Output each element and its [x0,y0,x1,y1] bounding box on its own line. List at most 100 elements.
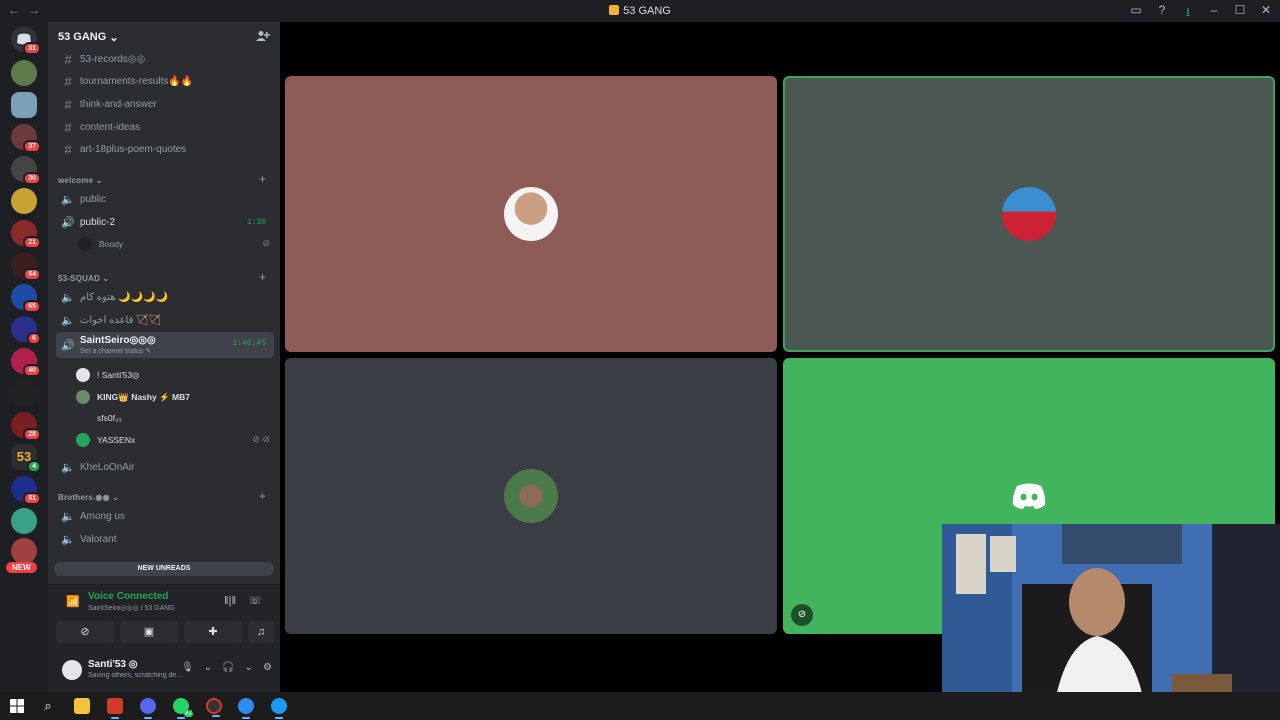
create-channel-icon[interactable]: + [259,270,266,284]
server-icon[interactable] [11,92,37,118]
speaker-icon: 🔈 [61,193,75,206]
server-icon[interactable] [11,508,37,534]
channel-name: art-18plus-poem-quotes [80,143,187,155]
microphone-icon[interactable]: 🎙 [181,662,194,673]
create-channel-icon[interactable]: + [259,172,266,186]
new-unreads-button[interactable]: NEW UNREADS [54,562,274,576]
activities-button[interactable]: ✚ [184,621,242,643]
category-welcome[interactable]: welcome ⌄ [58,176,103,185]
direct-messages-icon[interactable]: 31 [11,26,41,55]
obs-icon[interactable] [206,698,222,717]
voice-channel[interactable]: 🔊 public-2 1:30 [56,211,274,233]
avatar [76,433,90,447]
signal-icon[interactable]: 📶 [66,595,80,608]
noise-suppression-icon[interactable]: ‖|‖ [224,595,236,607]
server-icon[interactable]: 54 [11,252,41,281]
discord-icon[interactable] [140,698,156,719]
server-icon[interactable] [11,188,37,214]
server-icon[interactable]: 30 [11,156,41,185]
webcam-image [942,524,1280,720]
voice-location[interactable]: SaintSeiro◎◎◎ / 53 GANG [88,604,175,612]
server-icon[interactable]: 21 [11,220,41,249]
settings-gear-icon[interactable]: ⚙ [263,662,272,673]
active-voice-channel[interactable]: 🔊 SaintSeiro◎◎◎ Set a channel status ✎ 1… [56,332,274,358]
server-icon[interactable] [11,538,37,564]
chevron-down-icon[interactable]: ⌄ [204,662,212,673]
disconnect-icon[interactable]: ☏ [248,594,262,607]
server-icon[interactable]: 65 [11,284,41,313]
text-channel[interactable]: # think-and-answer [56,93,274,115]
avatar [76,411,90,425]
participant-avatar [1002,187,1056,241]
voice-channel[interactable]: 🔈 Valorant [56,528,274,550]
speaker-icon: 🔊 [61,216,75,229]
participant-tile[interactable] [285,76,777,352]
headphones-icon[interactable]: 🎧 [222,662,234,673]
server-icon[interactable]: 37 [11,124,41,153]
whatsapp-count: 47 [184,711,193,717]
category-label: Brothers.◉◉ [58,493,110,502]
search-icon[interactable]: ⌕ [40,698,56,714]
member-name: Boody [99,239,124,249]
server-icon[interactable]: 51 [11,476,41,505]
maximize-icon[interactable]: ☐ [1234,3,1246,24]
app-icon[interactable] [238,698,254,719]
text-channel[interactable]: # tournaments-results🔥🔥 [56,70,274,92]
camera-off-button[interactable]: ⊘ [56,621,114,643]
close-icon[interactable]: ✕ [1260,3,1272,24]
download-icon[interactable]: ⭳ [1182,3,1194,24]
app-icon[interactable] [271,698,287,719]
participant-tile[interactable] [285,358,777,634]
voice-channel[interactable]: 🔈 Among us [56,505,274,527]
category-53-squad[interactable]: 53-SQUAD ⌄ [58,274,109,283]
new-servers-badge[interactable]: NEW [6,562,37,573]
active-server-icon[interactable]: 53 4 [11,444,41,473]
text-channel[interactable]: #53-records◎◎ [56,48,274,70]
voice-channel[interactable]: 🔈 هتوه كام 🌙🌙🌙🌙 [56,286,274,308]
help-icon[interactable]: ? [1156,3,1168,24]
file-explorer-icon[interactable] [74,698,90,714]
member-name: YASSENx [97,435,136,445]
minimize-icon[interactable]: – [1208,3,1220,24]
text-channel[interactable]: # content-ideas [56,116,274,138]
chevron-down-icon[interactable]: ⌄ [245,662,253,673]
channel-status[interactable]: Set a channel status ✎ [80,347,151,355]
voice-status[interactable]: Voice Connected [88,591,168,602]
participant-avatar [504,187,558,241]
voice-member[interactable]: YASSENx [76,430,135,450]
inbox-icon[interactable]: ▭ [1130,3,1142,24]
soundboard-button[interactable]: ♫ [248,621,274,643]
invite-people-icon[interactable] [256,30,270,42]
server-icon[interactable] [11,380,37,406]
windows-start-icon[interactable] [9,698,25,714]
voice-channel[interactable]: 🔈 قاعده اخوات 🏹🏹 [56,309,274,331]
server-icon[interactable]: 6 [11,316,41,345]
speaker-icon: 🔈 [61,291,75,304]
voice-member[interactable]: ! Santi'53◎ [76,365,140,385]
server-badge: 4 [27,460,41,473]
add-user-icon [256,31,270,41]
voice-member[interactable]: KING👑 Nashy ⚡ MB7 [76,387,190,407]
voice-member[interactable]: Boody [78,234,123,254]
create-channel-icon[interactable]: + [259,489,266,503]
deafened-icon: ⊘ [262,238,270,248]
server-icon[interactable]: 40 [11,348,41,377]
speaker-icon: 🔈 [61,533,75,546]
screen-share-button[interactable]: ▣ [120,621,178,643]
text-channel[interactable]: # art-18plus-poem-quotes [56,138,274,160]
voice-member[interactable]: sfs0f₃₃ [76,408,122,428]
voice-channel[interactable]: 🔈 KheLoOnAir [56,456,274,478]
webcam-overlay [942,524,1280,720]
server-icon[interactable] [11,60,37,86]
server-badge: 51 [23,492,41,505]
server-icon[interactable]: 28 [11,412,41,441]
discord-logo-icon [1012,483,1046,509]
whatsapp-icon[interactable]: 47 [173,698,193,719]
participant-tile-speaking[interactable] [783,76,1275,352]
category-brothers[interactable]: Brothers.◉◉ ⌄ [58,493,119,502]
brave-browser-icon[interactable] [107,698,123,719]
voice-channel[interactable]: 🔈 public [56,188,274,210]
channel-name: 53-records◎◎ [80,53,146,65]
user-name[interactable]: Santi'53 ◎ [88,659,137,670]
user-avatar[interactable] [62,660,82,680]
